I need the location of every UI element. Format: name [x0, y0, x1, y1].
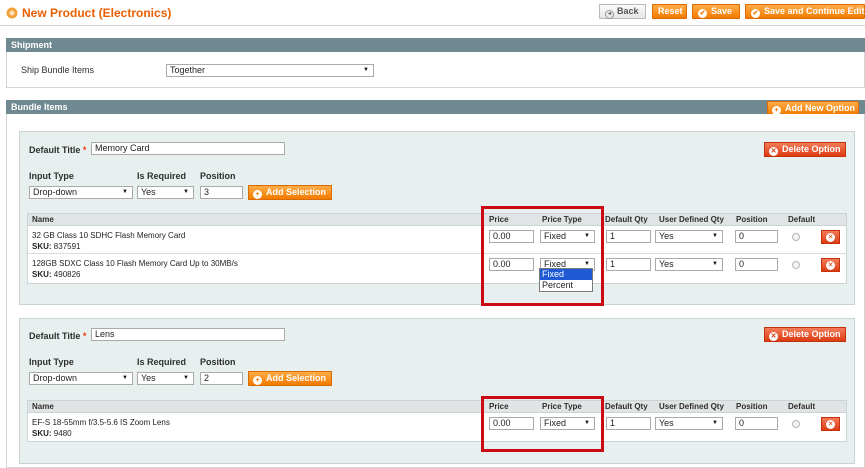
position-input[interactable]: 3: [200, 186, 243, 199]
position-label: Position: [200, 357, 236, 367]
col-position: Position: [736, 402, 768, 411]
page-header: New Product (Electronics) ◂ Back Reset ✔ S…: [0, 0, 865, 26]
input-type-select[interactable]: Drop-down ▼: [29, 186, 133, 199]
position-input[interactable]: 2: [200, 372, 243, 385]
close-icon: ✕: [826, 261, 835, 270]
remove-selection-button[interactable]: ✕: [821, 417, 840, 431]
table-row: EF-S 18-55mm f/3.5-5.6 IS Zoom Lens SKU:…: [28, 414, 846, 441]
selection-name: 128GB SDXC Class 10 Flash Memory Card Up…: [32, 259, 238, 268]
input-type-label: Input Type: [29, 171, 74, 181]
back-button[interactable]: ◂ Back: [599, 4, 646, 19]
check-icon: ✔: [698, 9, 707, 18]
input-type-select[interactable]: Drop-down ▼: [29, 372, 133, 385]
col-name: Name: [32, 402, 54, 411]
is-required-label: Is Required: [137, 171, 187, 181]
product-icon: [6, 7, 18, 19]
dropdown-arrow-icon: ▼: [183, 189, 189, 195]
selection-sku: SKU: 837591: [32, 242, 81, 251]
dropdown-arrow-icon: ▼: [712, 261, 718, 267]
close-icon: ✕: [826, 420, 835, 429]
remove-selection-button[interactable]: ✕: [821, 230, 840, 244]
save-and-continue-button[interactable]: ✔ Save and Continue Edit: [745, 4, 865, 19]
col-user-defined-qty: User Defined Qty: [659, 402, 724, 411]
default-qty-input[interactable]: 1: [606, 258, 651, 271]
grid-header: Name Price Price Type Default Qty User D…: [28, 214, 846, 226]
selection-sku: SKU: 490826: [32, 270, 81, 279]
default-qty-input[interactable]: 1: [606, 230, 651, 243]
dropdown-arrow-icon: ▼: [363, 67, 369, 73]
add-new-option-button[interactable]: + Add New Option: [767, 101, 859, 115]
col-position: Position: [736, 215, 768, 224]
ship-bundle-items-select[interactable]: Together ▼: [166, 64, 374, 77]
input-type-label: Input Type: [29, 357, 74, 367]
dropdown-arrow-icon: ▼: [183, 375, 189, 381]
grid-header: Name Price Price Type Default Qty User D…: [28, 401, 846, 413]
bundle-option-memory-card: Default Title * Memory Card ✕ Delete Opti…: [19, 131, 855, 305]
reset-button[interactable]: Reset: [652, 4, 687, 19]
dropdown-arrow-icon: ▼: [122, 189, 128, 195]
remove-selection-button[interactable]: ✕: [821, 258, 840, 272]
user-defined-qty-select[interactable]: Yes ▼: [655, 230, 723, 243]
plus-icon: +: [253, 190, 262, 199]
selections-grid: Name Price Price Type Default Qty User D…: [27, 400, 847, 442]
back-arrow-icon: ◂: [605, 10, 614, 19]
default-title-label: Default Title *: [29, 145, 87, 155]
is-required-select[interactable]: Yes ▼: [137, 372, 194, 385]
default-title-input[interactable]: Lens: [91, 328, 285, 341]
default-radio[interactable]: [792, 420, 800, 428]
col-default: Default: [788, 215, 816, 224]
col-default-qty: Default Qty: [605, 215, 648, 224]
selections-grid: Name Price Price Type Default Qty User D…: [27, 213, 847, 284]
user-defined-qty-select[interactable]: Yes ▼: [655, 258, 723, 271]
position-input[interactable]: 0: [735, 417, 778, 430]
default-qty-input[interactable]: 1: [606, 417, 651, 430]
selection-name: 32 GB Class 10 SDHC Flash Memory Card: [32, 231, 186, 240]
table-row: 32 GB Class 10 SDHC Flash Memory Card SK…: [28, 227, 846, 254]
position-input[interactable]: 0: [735, 230, 778, 243]
default-radio[interactable]: [792, 233, 800, 241]
default-title-input[interactable]: Memory Card: [91, 142, 285, 155]
ship-bundle-items-label: Ship Bundle Items: [21, 65, 95, 75]
col-name: Name: [32, 215, 54, 224]
bundle-items-section-header: Bundle Items: [6, 100, 865, 114]
add-selection-button[interactable]: + Add Selection: [248, 371, 332, 386]
delete-option-button[interactable]: ✕ Delete Option: [764, 327, 846, 342]
col-user-defined-qty: User Defined Qty: [659, 215, 724, 224]
is-required-select[interactable]: Yes ▼: [137, 186, 194, 199]
dropdown-arrow-icon: ▼: [712, 233, 718, 239]
position-label: Position: [200, 171, 236, 181]
close-icon: ✕: [826, 233, 835, 242]
dropdown-arrow-icon: ▼: [712, 420, 718, 426]
default-radio[interactable]: [792, 261, 800, 269]
bundle-option-lens: Default Title * Lens ✕ Delete Option Inpu…: [19, 318, 855, 464]
shipment-section-header: Shipment: [6, 38, 865, 52]
dropdown-arrow-icon: ▼: [122, 375, 128, 381]
is-required-label: Is Required: [137, 357, 187, 367]
page-title: New Product (Electronics): [22, 6, 172, 20]
table-row: 128GB SDXC Class 10 Flash Memory Card Up…: [28, 255, 846, 283]
price-columns-highlight: [481, 396, 604, 452]
close-icon: ✕: [769, 147, 778, 156]
price-columns-highlight: [481, 206, 604, 306]
col-default: Default: [788, 402, 816, 411]
check-icon: ✔: [751, 9, 760, 18]
user-defined-qty-select[interactable]: Yes ▼: [655, 417, 723, 430]
delete-option-button[interactable]: ✕ Delete Option: [764, 142, 846, 157]
col-default-qty: Default Qty: [605, 402, 648, 411]
selection-sku: SKU: 9480: [32, 429, 72, 438]
save-button[interactable]: ✔ Save: [692, 4, 740, 19]
plus-icon: +: [253, 376, 262, 385]
add-selection-button[interactable]: + Add Selection: [248, 185, 332, 200]
shipment-section: Ship Bundle Items Together ▼: [6, 52, 865, 88]
close-icon: ✕: [769, 332, 778, 341]
position-input[interactable]: 0: [735, 258, 778, 271]
selection-name: EF-S 18-55mm f/3.5-5.6 IS Zoom Lens: [32, 418, 170, 427]
default-title-label: Default Title *: [29, 331, 87, 341]
